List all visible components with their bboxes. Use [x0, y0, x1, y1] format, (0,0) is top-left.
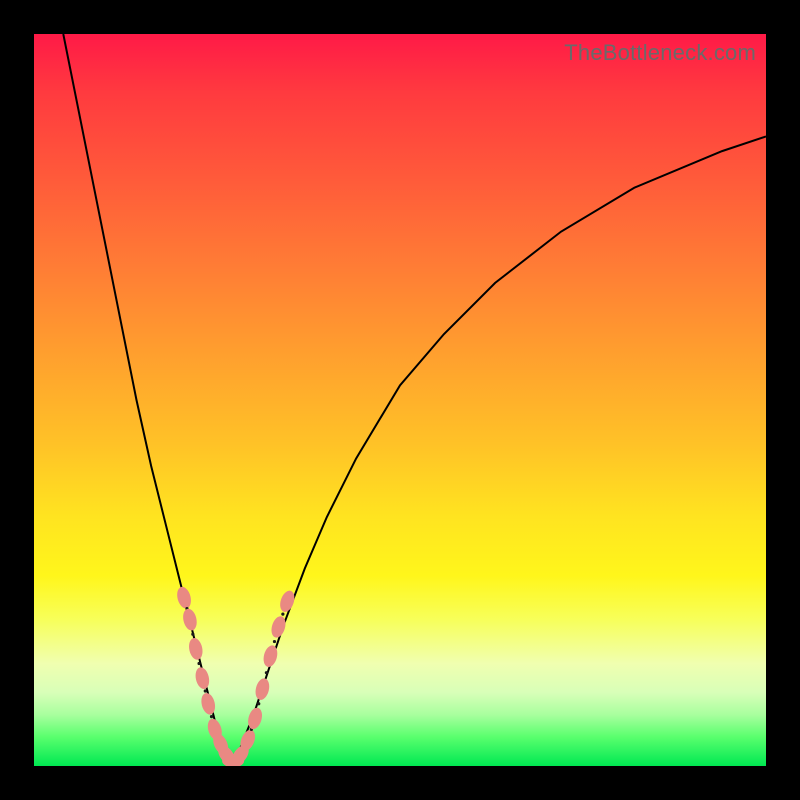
outer-frame: TheBottleneck.com	[0, 0, 800, 800]
bead	[175, 585, 193, 610]
bead-separator	[204, 689, 207, 692]
bead-separator	[281, 613, 284, 616]
bead	[278, 589, 297, 614]
bead-separator	[191, 633, 194, 636]
plot-area: TheBottleneck.com	[34, 34, 766, 766]
bead	[187, 637, 204, 661]
bead-separator	[257, 702, 260, 705]
bead-separator	[197, 662, 200, 665]
bead	[199, 692, 217, 716]
bead	[194, 666, 212, 690]
bead-separator	[265, 671, 268, 674]
bead-separator	[273, 640, 276, 643]
bead	[181, 607, 199, 631]
curve-layer	[34, 34, 766, 766]
curve-right-branch	[232, 136, 766, 766]
bead-cluster	[175, 585, 297, 766]
bead-separator	[210, 715, 213, 718]
bead	[253, 677, 271, 701]
curve-left-branch	[63, 34, 231, 766]
